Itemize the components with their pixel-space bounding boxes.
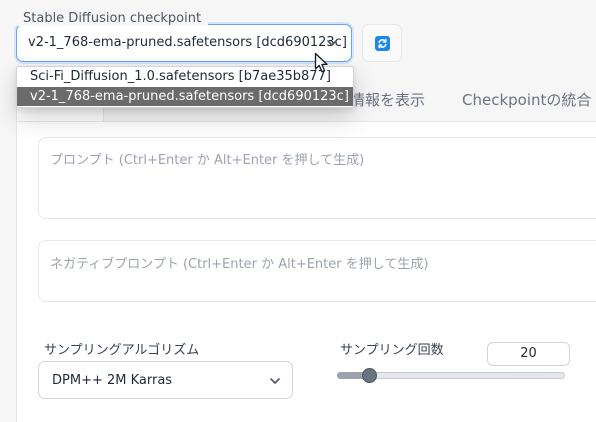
chevron-down-icon: [270, 378, 280, 384]
checkpoint-option[interactable]: Sci-Fi_Diffusion_1.0.safetensors [b7ae35…: [17, 67, 353, 86]
chevron-down-icon: [327, 40, 337, 46]
steps-slider-thumb[interactable]: [362, 368, 377, 383]
negative-prompt-textarea[interactable]: ネガティブプロンプト (Ctrl+Enter か Alt+Enter を押して生…: [38, 240, 596, 302]
prompt-placeholder: プロンプト (Ctrl+Enter か Alt+Enter を押して生成): [50, 153, 365, 168]
sampler-label: サンプリングアルゴリズム: [44, 343, 200, 358]
checkpoint-value: v2-1_768-ema-pruned.safetensors [dcd6901…: [28, 35, 347, 50]
steps-number-input[interactable]: 20: [487, 342, 570, 366]
negative-prompt-placeholder: ネガティブプロンプト (Ctrl+Enter か Alt+Enter を押して生…: [50, 257, 429, 272]
tab-checkpoint-merge[interactable]: Checkpointの統合: [462, 89, 591, 110]
checkpoint-dropdown-menu: Sci-Fi_Diffusion_1.0.safetensors [b7ae35…: [16, 66, 354, 108]
refresh-checkpoint-button[interactable]: [362, 24, 402, 62]
tab-info[interactable]: 情報を表示: [350, 89, 425, 110]
checkpoint-label: Stable Diffusion checkpoint: [16, 11, 209, 26]
sampler-value: DPM++ 2M Karras: [52, 373, 173, 388]
sampler-select[interactable]: DPM++ 2M Karras: [38, 361, 293, 399]
steps-label: サンプリング回数: [340, 343, 444, 358]
checkpoint-option-highlighted[interactable]: v2-1_768-ema-pruned.safetensors [dcd6901…: [17, 87, 353, 106]
refresh-icon: [375, 36, 390, 51]
prompt-textarea[interactable]: プロンプト (Ctrl+Enter か Alt+Enter を押して生成): [38, 137, 596, 219]
checkpoint-select[interactable]: v2-1_768-ema-pruned.safetensors [dcd6901…: [16, 24, 352, 62]
mouse-cursor-icon: [314, 52, 328, 73]
